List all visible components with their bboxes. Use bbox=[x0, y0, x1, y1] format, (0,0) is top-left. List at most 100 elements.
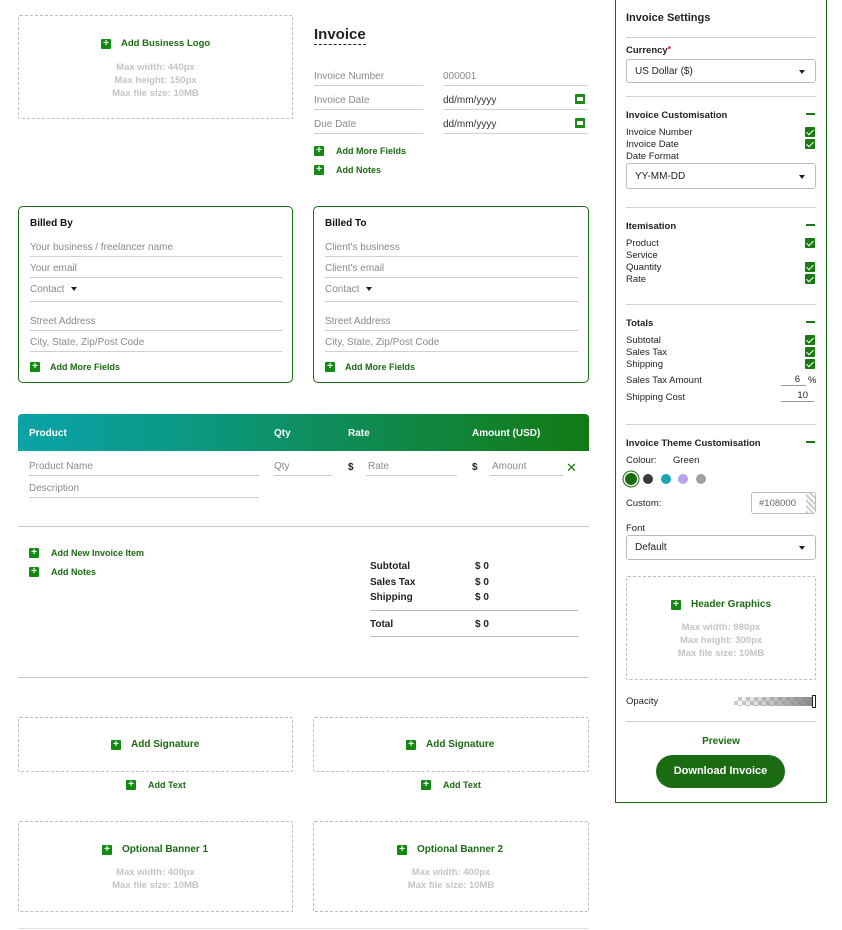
swatch-lavender[interactable] bbox=[678, 474, 688, 484]
description-input[interactable]: Description bbox=[29, 483, 259, 498]
invoice-date-input[interactable]: dd/mm/yyyy bbox=[443, 95, 588, 110]
add-notes-link[interactable]: + Add Notes bbox=[29, 567, 96, 577]
plus-icon: + bbox=[406, 739, 416, 750]
header-graphics-box[interactable]: + Header Graphics Max width: 980px Max h… bbox=[626, 576, 816, 680]
swatch-teal[interactable] bbox=[661, 474, 671, 484]
date-format-select[interactable]: YY-MM-DD bbox=[626, 163, 816, 189]
add-signature-link[interactable]: + Add Signature bbox=[111, 739, 199, 750]
remove-item-icon[interactable]: ✕ bbox=[566, 461, 577, 474]
calendar-icon[interactable] bbox=[575, 118, 585, 128]
add-notes-label: Add Notes bbox=[336, 165, 381, 175]
currency-label-text: Currency bbox=[626, 45, 668, 56]
plus-icon: + bbox=[325, 362, 335, 372]
qty-input[interactable]: Qty bbox=[274, 461, 333, 476]
billed-by-add-more-link[interactable]: + Add More Fields bbox=[30, 362, 120, 372]
colour-label: Colour: bbox=[626, 455, 657, 466]
rate-checkbox[interactable] bbox=[805, 274, 815, 284]
add-text-link[interactable]: + Add Text bbox=[421, 780, 481, 790]
header-graphics-label: Header Graphics bbox=[691, 599, 772, 610]
collapse-icon[interactable] bbox=[806, 113, 815, 115]
plus-icon: + bbox=[397, 844, 407, 855]
tax-amount-input[interactable]: 6 bbox=[781, 374, 806, 386]
add-more-label: Add More Fields bbox=[345, 362, 416, 372]
caret-down-icon bbox=[799, 175, 805, 179]
plus-icon: + bbox=[671, 599, 681, 610]
add-text-link[interactable]: + Add Text bbox=[126, 780, 186, 790]
billed-to-contact-select[interactable]: Contact bbox=[325, 284, 578, 302]
opacity-slider[interactable] bbox=[734, 695, 816, 708]
add-banner-link[interactable]: + Optional Banner 1 bbox=[102, 844, 208, 855]
banner-box-1[interactable]: + Optional Banner 1 Max width: 400px Max… bbox=[18, 821, 293, 912]
billed-by-street-input[interactable]: Street Address bbox=[30, 316, 282, 331]
font-select[interactable]: Default bbox=[626, 535, 816, 560]
quantity-checkbox[interactable] bbox=[805, 262, 815, 272]
download-invoice-button[interactable]: Download Invoice bbox=[656, 755, 785, 788]
divider bbox=[626, 37, 816, 38]
currency-label: Currency* bbox=[626, 45, 671, 56]
currency-select[interactable]: US Dollar ($) bbox=[626, 59, 816, 83]
calendar-icon[interactable] bbox=[575, 94, 585, 104]
swatch-grey[interactable] bbox=[696, 474, 706, 484]
invoice-number-input[interactable]: 000001 bbox=[443, 71, 588, 86]
rate-toggle-label: Rate bbox=[626, 274, 647, 285]
add-logo-link[interactable]: + Add Business Logo bbox=[101, 38, 210, 49]
shipping-cost-input[interactable]: 10 bbox=[781, 390, 814, 402]
amount-input[interactable]: Amount bbox=[490, 461, 563, 476]
billed-to-city-input[interactable]: City, State, Zip/Post Code bbox=[325, 337, 578, 352]
billed-by-name-input[interactable]: Your business / freelancer name bbox=[30, 242, 282, 257]
tax-amount-label: Sales Tax Amount bbox=[626, 375, 702, 386]
product-checkbox[interactable] bbox=[805, 238, 815, 248]
due-date-input[interactable]: dd/mm/yyyy bbox=[443, 119, 588, 134]
add-invoice-item-link[interactable]: + Add New Invoice Item bbox=[29, 548, 144, 558]
plus-icon: + bbox=[126, 780, 136, 790]
banner-box-2[interactable]: + Optional Banner 2 Max width: 400px Max… bbox=[313, 821, 589, 912]
signature-box-1[interactable]: + Add Signature bbox=[18, 717, 293, 772]
billed-to-email-input[interactable]: Client's email bbox=[325, 263, 578, 278]
logo-upload-box[interactable]: + Add Business Logo Max width: 440px Max… bbox=[18, 15, 293, 119]
product-name-input[interactable]: Product Name bbox=[29, 461, 259, 476]
caret-down-icon bbox=[71, 287, 78, 292]
plus-icon: + bbox=[421, 780, 431, 790]
required-mark: * bbox=[667, 45, 671, 54]
divider bbox=[626, 721, 816, 722]
preview-link[interactable]: Preview bbox=[626, 736, 816, 747]
billed-by-city-input[interactable]: City, State, Zip/Post Code bbox=[30, 337, 282, 352]
add-banner-link[interactable]: + Optional Banner 2 bbox=[397, 844, 503, 855]
subtotal-checkbox[interactable] bbox=[805, 335, 815, 345]
add-header-graphics-link[interactable]: + Header Graphics bbox=[671, 599, 771, 610]
header-max-size: Max file size: 10MB bbox=[677, 648, 765, 659]
billed-to-title: Billed To bbox=[325, 218, 367, 229]
custom-colour-input[interactable]: #108000 bbox=[751, 492, 816, 514]
billed-by-email-input[interactable]: Your email bbox=[30, 263, 282, 278]
add-notes-link[interactable]: + Add Notes bbox=[314, 165, 381, 175]
add-logo-label: Add Business Logo bbox=[121, 38, 211, 49]
billed-to-add-more-link[interactable]: + Add More Fields bbox=[325, 362, 415, 372]
invoice-number-checkbox[interactable] bbox=[805, 127, 815, 137]
add-more-fields-link[interactable]: + Add More Fields bbox=[314, 146, 406, 156]
billed-by-contact-select[interactable]: Contact bbox=[30, 284, 282, 302]
rate-input[interactable]: Rate bbox=[366, 461, 457, 476]
billed-to-name-input[interactable]: Client's business bbox=[325, 242, 578, 257]
shipping-checkbox[interactable] bbox=[805, 359, 815, 369]
opacity-slider-handle[interactable] bbox=[812, 695, 816, 708]
signature-box-2[interactable]: + Add Signature bbox=[313, 717, 589, 772]
add-notes-label: Add Notes bbox=[51, 567, 96, 577]
swatch-green[interactable] bbox=[625, 473, 637, 485]
font-label: Font bbox=[626, 523, 646, 534]
collapse-icon[interactable] bbox=[806, 441, 815, 443]
settings-title: Invoice Settings bbox=[626, 12, 711, 24]
invoice-title[interactable]: Invoice bbox=[314, 26, 366, 45]
logo-max-width: Max width: 440px bbox=[116, 62, 195, 73]
billed-to-street-input[interactable]: Street Address bbox=[325, 316, 578, 331]
sales-tax-checkbox[interactable] bbox=[805, 347, 815, 357]
add-text-label: Add Text bbox=[148, 780, 186, 790]
add-signature-link[interactable]: + Add Signature bbox=[406, 739, 494, 750]
caret-down-icon bbox=[366, 287, 373, 292]
collapse-icon[interactable] bbox=[806, 321, 815, 323]
service-checkbox[interactable] bbox=[805, 250, 815, 260]
header-amount: Amount (USD) bbox=[472, 428, 541, 439]
divider bbox=[626, 424, 816, 425]
collapse-icon[interactable] bbox=[806, 224, 815, 226]
invoice-date-checkbox[interactable] bbox=[805, 139, 815, 149]
swatch-dark[interactable] bbox=[643, 474, 653, 484]
